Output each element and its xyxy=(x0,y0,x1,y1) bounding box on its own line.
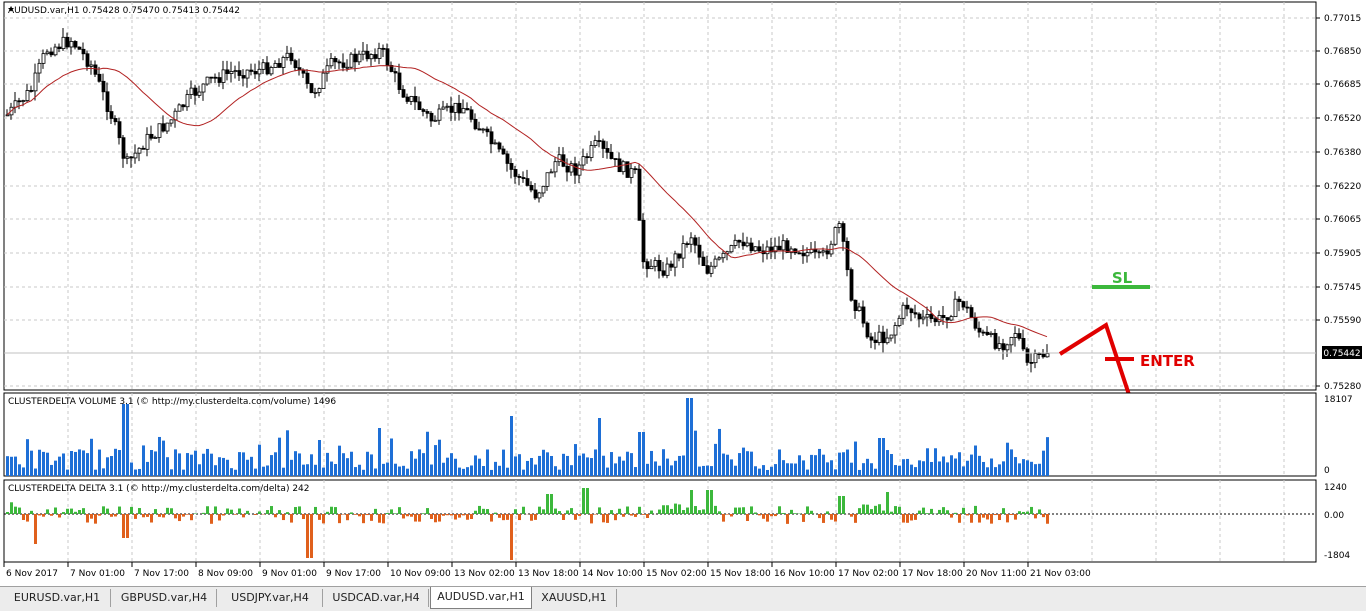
delta-top-label: 1240 xyxy=(1324,483,1347,493)
delta-zero-label: 0.00 xyxy=(1324,511,1344,521)
time-tick-label: 7 Nov 01:00 xyxy=(70,569,125,579)
time-tick-label: 21 Nov 03:00 xyxy=(1030,569,1091,579)
chart-tab[interactable]: XAUUSD,H1 xyxy=(532,589,617,607)
enter-label: ENTER xyxy=(1140,352,1195,370)
time-tick-label: 15 Nov 18:00 xyxy=(710,569,771,579)
time-tick-label: 6 Nov 2017 xyxy=(6,569,58,579)
delta-bottom-label: -1804 xyxy=(1324,551,1350,561)
price-axis: 0.77015 0.76850 0.76685 0.76520 0.76380 0.762… xyxy=(1316,14,1361,392)
chart-tab[interactable]: AUDUSD.var,H1 xyxy=(430,587,532,609)
time-tick-label: 17 Nov 18:00 xyxy=(902,569,963,579)
chart-tab[interactable]: GBPUSD.var,H4 xyxy=(112,589,217,607)
time-tick-label: 13 Nov 18:00 xyxy=(518,569,579,579)
volume-panel-title: CLUSTERDELTA VOLUME 3.1 (© http://my.clu… xyxy=(8,397,336,407)
main-chart-panel[interactable] xyxy=(4,2,1316,390)
delta-panel-title: CLUSTERDELTA DELTA 3.1 (© http://my.clus… xyxy=(8,484,310,494)
price-tick-label: 0.76065 xyxy=(1324,215,1361,225)
time-tick-label: 13 Nov 02:00 xyxy=(454,569,515,579)
sl-label: SL xyxy=(1112,269,1133,287)
volume-max-label: 18107 xyxy=(1324,395,1353,405)
price-tick-label: 0.75590 xyxy=(1324,316,1361,326)
time-tick-label: 9 Nov 01:00 xyxy=(262,569,317,579)
time-tick-label: 14 Nov 10:00 xyxy=(582,569,643,579)
time-tick-label: 16 Nov 10:00 xyxy=(774,569,835,579)
volume-min-label: 0 xyxy=(1324,466,1330,476)
current-price-label: 0.75442 xyxy=(1323,349,1360,359)
price-tick-label: 0.76380 xyxy=(1324,148,1361,158)
chart-tab[interactable]: USDCAD.var,H4 xyxy=(324,589,429,607)
time-tick-label: 15 Nov 02:00 xyxy=(646,569,707,579)
time-tick-label: 9 Nov 17:00 xyxy=(326,569,381,579)
chart-svg[interactable]: 0.77015 0.76850 0.76685 0.76520 0.76380 0.762… xyxy=(0,0,1366,586)
price-tick-label: 0.76220 xyxy=(1324,182,1361,192)
time-axis: 6 Nov 2017 7 Nov 01:00 7 Nov 17:00 8 Nov 09… xyxy=(4,562,1091,579)
chart-window: 0.77015 0.76850 0.76685 0.76520 0.76380 0.762… xyxy=(0,0,1366,610)
price-tick-label: 0.77015 xyxy=(1324,14,1361,24)
time-tick-label: 20 Nov 11:00 xyxy=(966,569,1027,579)
time-tick-label: 8 Nov 09:00 xyxy=(198,569,253,579)
price-tick-label: 0.75745 xyxy=(1324,283,1361,293)
main-chart-title: AUDUSD.var,H1 0.75428 0.75470 0.75413 0.… xyxy=(8,6,240,16)
time-tick-label: 17 Nov 02:00 xyxy=(838,569,899,579)
time-tick-label: 7 Nov 17:00 xyxy=(134,569,189,579)
price-tick-label: 0.75905 xyxy=(1324,249,1361,259)
price-tick-label: 0.76685 xyxy=(1324,80,1361,90)
price-tick-label: 0.75280 xyxy=(1324,382,1361,392)
chart-tab[interactable]: EURUSD.var,H1 xyxy=(4,589,111,607)
price-tick-label: 0.76850 xyxy=(1324,47,1361,57)
chart-tab-bar: EURUSD.var,H1GBPUSD.var,H4USDJPY.var,H4U… xyxy=(0,586,1366,611)
time-tick-label: 10 Nov 09:00 xyxy=(390,569,451,579)
price-tick-label: 0.76520 xyxy=(1324,114,1361,124)
chart-tab[interactable]: USDJPY.var,H4 xyxy=(218,589,323,607)
